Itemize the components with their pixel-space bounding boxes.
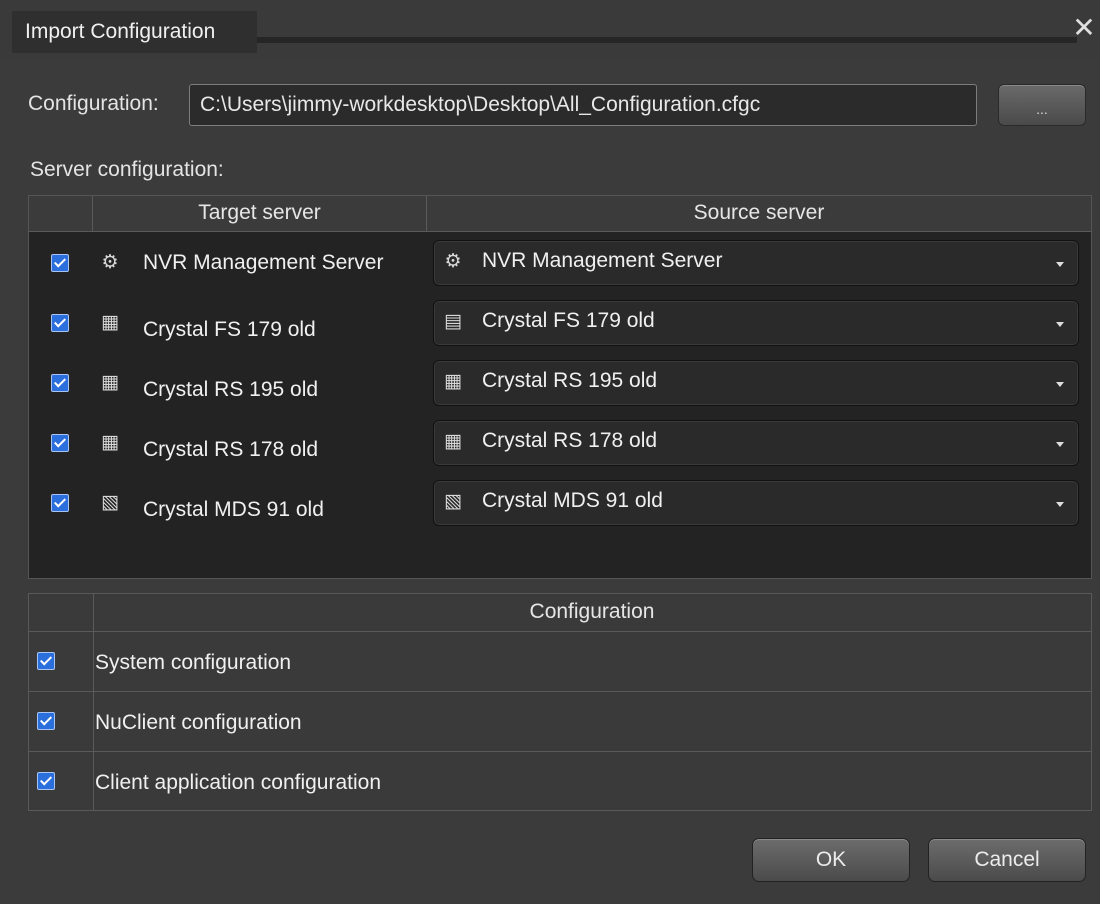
- cancel-button[interactable]: Cancel: [928, 838, 1086, 882]
- source-server-dropdown[interactable]: ▦ Crystal RS 195 old: [433, 360, 1079, 406]
- chevron-down-icon: [1056, 262, 1064, 267]
- configuration-row-checkbox[interactable]: [37, 652, 55, 670]
- management-server-icon: ⚙: [444, 251, 462, 272]
- source-server-dropdown[interactable]: ▤ Crystal FS 179 old: [433, 300, 1079, 346]
- source-server-dropdown[interactable]: ⚙ NVR Management Server: [433, 240, 1079, 286]
- configuration-table: Configuration System configuration NuClie…: [28, 593, 1092, 811]
- browse-button[interactable]: ...: [998, 84, 1086, 126]
- configuration-row: Client application configuration: [29, 752, 1091, 812]
- close-icon[interactable]: ✕: [1070, 14, 1098, 42]
- recording-server-icon: ▦: [101, 312, 119, 333]
- source-server-value: Crystal FS 179 old: [482, 309, 655, 332]
- target-server-name: NVR Management Server: [143, 251, 384, 274]
- server-row: ▦ Crystal RS 195 old ▦ Crystal RS 195 old: [29, 352, 1091, 412]
- chevron-down-icon: [1056, 322, 1064, 327]
- recording-server-icon: ▦: [444, 371, 462, 392]
- source-server-value: Crystal RS 195 old: [482, 369, 658, 392]
- title-bar: Import Configuration ✕: [0, 0, 1100, 58]
- recording-server-icon: ▦: [101, 372, 119, 393]
- configuration-row-label: NuClient configuration: [95, 711, 302, 734]
- target-server-name: Crystal MDS 91 old: [143, 498, 324, 521]
- failover-server-icon: ▤: [444, 311, 462, 332]
- target-server-name: Crystal FS 179 old: [143, 318, 316, 341]
- server-row-checkbox[interactable]: [51, 314, 69, 332]
- source-server-value: Crystal MDS 91 old: [482, 489, 663, 512]
- header-checkbox-column: [29, 196, 93, 232]
- management-server-icon: ⚙: [101, 252, 119, 273]
- configuration-row: System configuration: [29, 632, 1091, 692]
- target-server-name: Crystal RS 178 old: [143, 438, 319, 461]
- header-checkbox-column: [29, 594, 93, 632]
- recording-server-icon: ▦: [101, 432, 119, 453]
- source-server-dropdown[interactable]: ▧ Crystal MDS 91 old: [433, 480, 1079, 526]
- configuration-row-label: Client application configuration: [95, 771, 382, 794]
- header-target-server: Target server: [93, 196, 427, 232]
- server-configuration-table: Target server Source server ⚙ NVR Managem…: [28, 195, 1092, 579]
- server-row: ▦ Crystal RS 178 old ▦ Crystal RS 178 old: [29, 412, 1091, 472]
- source-server-value: NVR Management Server: [482, 249, 723, 272]
- server-row-checkbox[interactable]: [51, 494, 69, 512]
- header-configuration: Configuration: [93, 594, 1091, 632]
- media-distribution-server-icon: ▧: [101, 492, 119, 513]
- configuration-row-checkbox[interactable]: [37, 712, 55, 730]
- recording-server-icon: ▦: [444, 431, 462, 452]
- source-server-dropdown[interactable]: ▦ Crystal RS 178 old: [433, 420, 1079, 466]
- server-row: ⚙ NVR Management Server ⚙ NVR Management Se…: [29, 232, 1091, 292]
- chevron-down-icon: [1056, 442, 1064, 447]
- header-source-server: Source server: [427, 196, 1091, 232]
- server-row-checkbox[interactable]: [51, 434, 69, 452]
- chevron-down-icon: [1056, 382, 1064, 387]
- configuration-row-label: System configuration: [95, 651, 292, 674]
- source-server-value: Crystal RS 178 old: [482, 429, 658, 452]
- title-divider: [245, 37, 1077, 43]
- import-configuration-dialog: Import Configuration ✕ Configuration: C:…: [0, 0, 1100, 904]
- dialog-title: Import Configuration: [12, 11, 257, 53]
- chevron-down-icon: [1056, 502, 1064, 507]
- server-configuration-label: Server configuration:: [30, 158, 224, 181]
- server-row: ▧ Crystal MDS 91 old ▧ Crystal MDS 91 old: [29, 472, 1091, 532]
- configuration-row-checkbox[interactable]: [37, 772, 55, 790]
- configuration-label: Configuration:: [28, 92, 159, 115]
- configuration-path-field[interactable]: C:\Users\jimmy-workdesktop\Desktop\All_C…: [189, 84, 977, 126]
- server-row-checkbox[interactable]: [51, 254, 69, 272]
- server-row-checkbox[interactable]: [51, 374, 69, 392]
- target-server-name: Crystal RS 195 old: [143, 378, 319, 401]
- media-distribution-server-icon: ▧: [444, 491, 462, 512]
- configuration-row: NuClient configuration: [29, 692, 1091, 752]
- ok-button[interactable]: OK: [752, 838, 910, 882]
- server-row: ▦ Crystal FS 179 old ▤ Crystal FS 179 old: [29, 292, 1091, 352]
